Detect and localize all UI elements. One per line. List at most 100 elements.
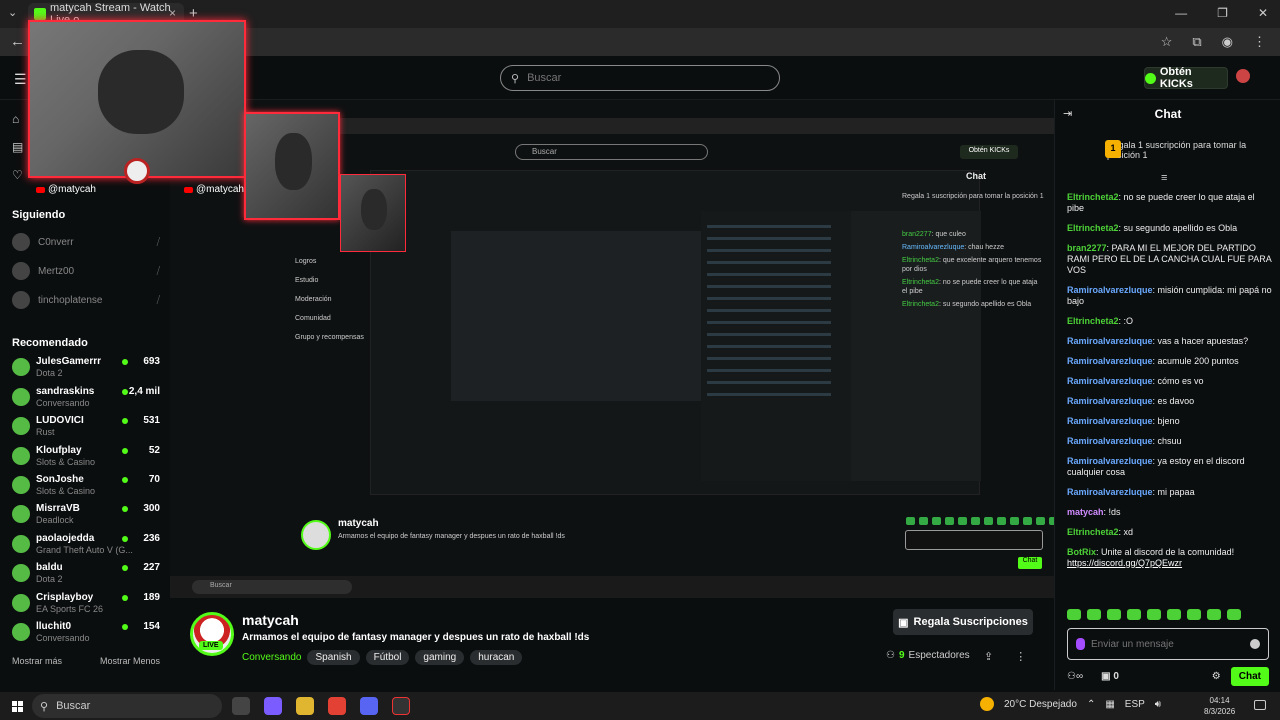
huracan-logo-icon xyxy=(124,158,150,184)
profile-icon[interactable]: ◉ xyxy=(1222,34,1233,50)
recommended-channel[interactable]: sandraskins Conversando 2,4 mil xyxy=(12,386,160,412)
category-link[interactable]: Conversando xyxy=(242,652,301,663)
tag-chip[interactable]: Spanish xyxy=(307,650,360,665)
volume-icon[interactable]: 🔊︎ xyxy=(1155,699,1161,710)
channel-points[interactable]: ▣ 0 xyxy=(1101,671,1119,682)
chrome-icon[interactable] xyxy=(328,697,346,715)
recommended-channel[interactable]: SonJoshe Slots & Casino 70 xyxy=(12,474,160,500)
chat-username[interactable]: Eltrincheta2 xyxy=(1067,223,1119,233)
pinned-expand-icon[interactable]: ≡ xyxy=(1161,172,1167,184)
chat-username[interactable]: Eltrincheta2 xyxy=(1067,316,1119,326)
tag-chip[interactable]: gaming xyxy=(415,650,465,665)
recommended-channel[interactable]: Kloufplay Slots & Casino 52 xyxy=(12,445,160,471)
emote-icon[interactable] xyxy=(1147,609,1161,620)
clock[interactable]: 04:14 8/3/2026 xyxy=(1204,695,1235,717)
show-less-button[interactable]: Mostrar Menos xyxy=(100,656,160,666)
recommended-channel[interactable]: paolaojedda Grand Theft Auto V (G... 236 xyxy=(12,533,160,559)
recommended-channel[interactable]: lluchit0 Conversando 154 xyxy=(12,621,160,647)
search-input[interactable] xyxy=(527,72,748,84)
weather-text[interactable]: 20°C Despejado xyxy=(1004,699,1077,710)
chat-username[interactable]: Ramiroalvarezluque xyxy=(1067,285,1153,295)
language-indicator[interactable]: ESP xyxy=(1125,699,1145,710)
discord-icon[interactable] xyxy=(360,697,378,715)
settings-gear-icon[interactable]: ⚙ xyxy=(1212,671,1221,682)
chat-text: mi papaa xyxy=(1157,487,1195,497)
chat-username[interactable]: Eltrincheta2 xyxy=(1067,527,1119,537)
chat-username[interactable]: Ramiroalvarezluque xyxy=(1067,396,1153,406)
tab-close-icon[interactable]: × xyxy=(169,6,176,20)
sub-gift-leaderboard[interactable]: 1 Regala 1 suscripción para tomar la pos… xyxy=(1085,140,1275,160)
channel-name[interactable]: matycah xyxy=(242,612,299,628)
browse-icon[interactable]: ▤ xyxy=(12,140,23,154)
minimize-icon[interactable]: — xyxy=(1175,6,1187,20)
emote-icon[interactable] xyxy=(1167,609,1181,620)
restore-icon[interactable]: ❐ xyxy=(1217,6,1228,20)
tag-chip[interactable]: Fútbol xyxy=(365,650,410,665)
close-window-icon[interactable]: ✕ xyxy=(1258,6,1268,20)
hamburger-menu-icon[interactable]: ☰ xyxy=(14,71,27,88)
users-icon[interactable]: ⚇∞ xyxy=(1067,671,1083,682)
chat-message: Ramiroalvarezluque: misión cumplida: mi … xyxy=(1067,285,1272,306)
tray-arrow-icon[interactable]: ⌃ xyxy=(1087,699,1095,710)
extensions-icon[interactable]: ⧉ xyxy=(1192,34,1201,50)
file-explorer-icon[interactable] xyxy=(296,697,314,715)
user-avatar[interactable] xyxy=(1236,69,1250,83)
emote-icon[interactable] xyxy=(1067,609,1081,620)
gift-subs-button[interactable]: ▣ Regala Suscripciones xyxy=(893,609,1033,635)
emote-icon[interactable] xyxy=(1127,609,1141,620)
search-box[interactable]: ⚲ xyxy=(500,65,780,91)
emote-icon[interactable] xyxy=(1207,609,1221,620)
viewer-count: 2,4 mil xyxy=(128,386,160,397)
chat-username[interactable]: Ramiroalvarezluque xyxy=(1067,436,1153,446)
get-kicks-button[interactable]: Obtén KICKs xyxy=(1144,66,1228,90)
recommended-channel[interactable]: JulesGamerrr Dota 2 693 xyxy=(12,356,160,382)
chat-username[interactable]: Eltrincheta2 xyxy=(1067,192,1119,202)
following-item[interactable]: Mertz00 ⧸ xyxy=(12,262,160,280)
task-view-icon[interactable] xyxy=(232,697,250,715)
recommended-channel[interactable]: LUDOVICI Rust 531 xyxy=(12,415,160,441)
chat-link[interactable]: https://discord.gg/Q7pQEwzr xyxy=(1067,558,1182,568)
windows-start-icon[interactable] xyxy=(12,701,23,712)
send-chat-button[interactable]: Chat xyxy=(1230,666,1269,686)
chat-username[interactable]: Ramiroalvarezluque xyxy=(1067,356,1153,366)
tag-chip[interactable]: huracan xyxy=(470,650,523,665)
stream-chat-gift: Regala 1 suscripción para tomar la posic… xyxy=(902,192,1044,205)
chat-username[interactable]: Ramiroalvarezluque xyxy=(1067,376,1153,386)
channel-category: Slots & Casino xyxy=(36,457,96,467)
chat-username[interactable]: Ramiroalvarezluque xyxy=(1067,416,1153,426)
tab-search-icon[interactable]: ⌄ xyxy=(8,6,17,19)
chat-username[interactable]: Ramiroalvarezluque xyxy=(1067,487,1153,497)
home-icon[interactable]: ⌂ xyxy=(12,112,23,126)
following-heart-icon[interactable]: ♡ xyxy=(12,168,23,182)
mic-icon[interactable] xyxy=(1076,638,1085,650)
taskbar-search[interactable]: ⚲ Buscar xyxy=(32,694,222,718)
emote-icon[interactable] xyxy=(1087,609,1101,620)
chat-input-box[interactable] xyxy=(1067,628,1269,660)
following-item[interactable]: C0nverr ⧸ xyxy=(12,233,160,251)
tray-apps-icon[interactable]: ▦ xyxy=(1105,699,1114,710)
browser-menu-icon[interactable]: ⋮ xyxy=(1253,34,1266,50)
chat-username[interactable]: matycah xyxy=(1067,507,1104,517)
chat-username[interactable]: Ramiroalvarezluque xyxy=(1067,336,1153,346)
show-more-button[interactable]: Mostrar más xyxy=(12,656,62,666)
chat-username[interactable]: bran2277 xyxy=(1067,243,1107,253)
emote-icon[interactable] xyxy=(1187,609,1201,620)
recommended-channel[interactable]: Crisplayboy EA Sports FC 26 189 xyxy=(12,592,160,618)
chat-input[interactable] xyxy=(1091,638,1244,650)
following-item[interactable]: tinchoplatense ⧸ xyxy=(12,291,160,309)
chat-username[interactable]: Ramiroalvarezluque xyxy=(1067,456,1153,466)
back-arrow-icon[interactable]: ← xyxy=(10,33,25,50)
emoji-picker-icon[interactable] xyxy=(1250,639,1260,649)
more-options-icon[interactable]: ⋮ xyxy=(1015,650,1026,663)
copilot-icon[interactable] xyxy=(264,697,282,715)
emote-icon[interactable] xyxy=(1107,609,1121,620)
share-icon[interactable]: ⇪ xyxy=(984,650,993,663)
recommended-channel[interactable]: baldu Dota 2 227 xyxy=(12,562,160,588)
chat-username[interactable]: BotRix xyxy=(1067,547,1096,557)
obs-icon[interactable] xyxy=(392,697,410,715)
bookmark-star-icon[interactable]: ☆ xyxy=(1161,34,1173,50)
notification-icon[interactable] xyxy=(1254,700,1266,710)
emote-icon[interactable] xyxy=(1227,609,1241,620)
avatar xyxy=(12,505,30,523)
recommended-channel[interactable]: MisrraVB Deadlock 300 xyxy=(12,503,160,529)
